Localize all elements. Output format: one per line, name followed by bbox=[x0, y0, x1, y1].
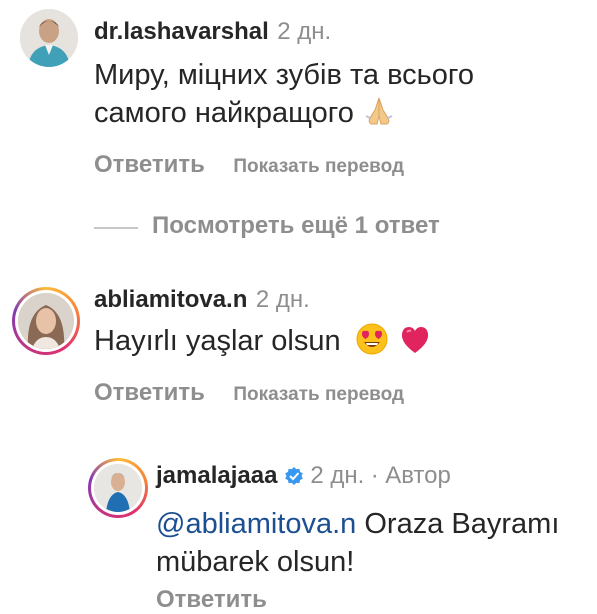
reply-header: jamalajaaa 2 дн. · Автор bbox=[156, 462, 451, 491]
comment-text: Hayırlı yaşlar olsun bbox=[94, 325, 341, 357]
heart-eyes-icon bbox=[355, 322, 389, 366]
username[interactable]: abliamitova.n bbox=[94, 286, 247, 313]
verified-badge-icon bbox=[284, 466, 304, 491]
reply-button[interactable]: Ответить bbox=[94, 151, 205, 178]
avatar-photo bbox=[18, 293, 74, 349]
comment-text-wrap: Hayırlı yaşlar olsun bbox=[94, 322, 554, 366]
avatar-photo bbox=[20, 9, 78, 67]
avatar bbox=[94, 464, 142, 512]
view-replies-label[interactable]: Посмотреть ещё 1 ответ bbox=[152, 212, 440, 240]
reply-actions: Ответить bbox=[156, 586, 267, 614]
mention-link[interactable]: @abliamitova.n bbox=[156, 508, 356, 540]
red-heart-icon bbox=[399, 324, 431, 366]
comment-actions: Ответить Показать перевод bbox=[94, 379, 404, 407]
divider-line bbox=[94, 227, 138, 229]
timestamp: 2 дн. bbox=[277, 18, 332, 45]
username[interactable]: jamalajaaa bbox=[156, 462, 277, 489]
reply-text-wrap: @abliamitova.n Oraza Bayramı mübarek ols… bbox=[156, 505, 576, 581]
comment-header: abliamitova.n 2 дн. bbox=[94, 286, 310, 314]
username[interactable]: dr.lashavarshal bbox=[94, 18, 269, 45]
timestamp: 2 дн. bbox=[255, 286, 310, 313]
timestamp: 2 дн. bbox=[310, 462, 365, 489]
comment-header: dr.lashavarshal 2 дн. bbox=[94, 18, 331, 46]
author-label: Автор bbox=[385, 462, 451, 489]
story-ring[interactable] bbox=[88, 458, 148, 518]
separator: · bbox=[370, 462, 379, 489]
translate-button[interactable]: Показать перевод bbox=[233, 156, 404, 177]
avatar-photo bbox=[94, 464, 142, 512]
folded-hands-icon bbox=[362, 94, 396, 138]
comment-text: Миру, міцних зубів та всього самого найк… bbox=[94, 59, 474, 129]
reply-button[interactable]: Ответить bbox=[94, 379, 205, 406]
avatar[interactable] bbox=[20, 9, 78, 67]
translate-button[interactable]: Показать перевод bbox=[233, 384, 404, 405]
story-ring[interactable] bbox=[12, 287, 80, 355]
comment-actions: Ответить Показать перевод bbox=[94, 151, 404, 179]
avatar bbox=[18, 293, 74, 349]
comment-text-wrap: Миру, міцних зубів та всього самого найк… bbox=[94, 56, 554, 138]
